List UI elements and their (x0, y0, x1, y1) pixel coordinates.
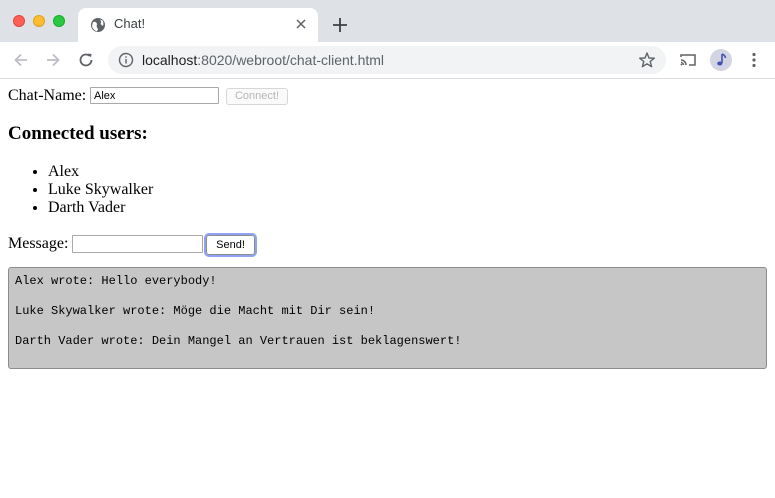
tab-close-icon[interactable] (293, 16, 309, 32)
chat-message: Alex wrote: Hello everybody! (15, 274, 217, 288)
chat-log[interactable]: Alex wrote: Hello everybody! Luke Skywal… (8, 267, 767, 369)
back-arrow-icon[interactable] (12, 51, 30, 69)
info-icon[interactable] (118, 52, 134, 68)
address-bar[interactable]: localhost:8020/webroot/chat-client.html (108, 46, 666, 74)
url-host: localhost (142, 52, 198, 68)
send-button[interactable]: Send! (204, 233, 257, 257)
message-label: Message: (8, 235, 69, 252)
connect-button[interactable]: Connect! (226, 88, 288, 105)
more-menu-icon[interactable] (746, 51, 762, 69)
forward-arrow-icon[interactable] (44, 51, 62, 69)
window-minimize-button[interactable] (33, 15, 45, 27)
page-content: Chat-Name: Connect! Connected users: Ale… (0, 79, 775, 498)
bookmark-star-icon[interactable] (638, 51, 656, 69)
chat-message: Darth Vader wrote: Dein Mangel an Vertra… (15, 334, 462, 348)
chat-message: Luke Skywalker wrote: Möge die Macht mit… (15, 304, 376, 318)
tab-title: Chat! (114, 16, 146, 31)
url-path: :8020/webroot/chat-client.html (197, 52, 385, 68)
chat-name-input[interactable] (90, 87, 219, 104)
globe-icon (91, 18, 105, 32)
reload-icon[interactable] (77, 51, 95, 69)
user-list-item: Darth Vader (48, 199, 153, 217)
tab-chat[interactable]: Chat! (78, 8, 318, 42)
message-input[interactable] (72, 235, 203, 253)
connected-users-heading: Connected users: (8, 123, 148, 144)
profile-avatar[interactable] (710, 49, 732, 71)
user-list-item: Alex (48, 163, 153, 181)
connected-users-list: Alex Luke Skywalker Darth Vader (8, 163, 153, 217)
user-list-item: Luke Skywalker (48, 181, 153, 199)
cast-icon[interactable] (679, 51, 697, 69)
url-text: localhost:8020/webroot/chat-client.html (142, 52, 384, 68)
music-note-icon (717, 53, 727, 66)
new-tab-plus-icon[interactable] (330, 15, 350, 35)
chat-name-label: Chat-Name: (8, 87, 87, 104)
browser-toolbar: localhost:8020/webroot/chat-client.html (0, 42, 775, 79)
tab-strip: Chat! (0, 0, 775, 42)
window-close-button[interactable] (13, 15, 25, 27)
window-maximize-button[interactable] (53, 15, 65, 27)
